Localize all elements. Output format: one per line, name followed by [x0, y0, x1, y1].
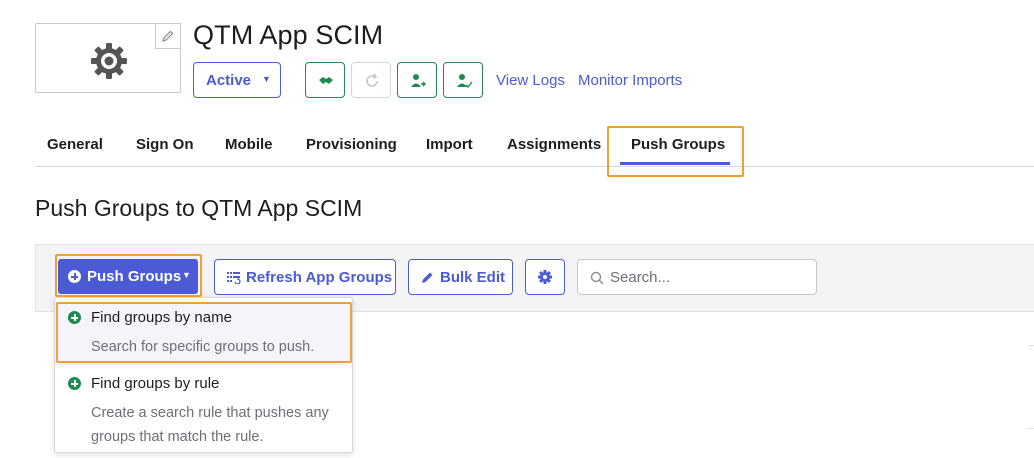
- monitor-imports-link[interactable]: Monitor Imports: [578, 72, 682, 89]
- search-icon: [590, 271, 604, 285]
- push-user-button[interactable]: [397, 62, 437, 98]
- tab-bar: General Sign On Mobile Provisioning Impo…: [35, 127, 1034, 167]
- menu-item-find-by-rule[interactable]: Find groups by rule Create a search rule…: [55, 370, 352, 452]
- table-divider: [1028, 428, 1034, 429]
- user-push-icon: [411, 74, 426, 87]
- search-box: [577, 259, 817, 295]
- refresh-icon: [366, 73, 378, 87]
- push-groups-highlight-box: [55, 254, 202, 297]
- tab-import[interactable]: Import: [426, 136, 473, 153]
- pencil-icon: [162, 30, 174, 42]
- view-logs-link[interactable]: View Logs: [496, 72, 565, 89]
- tab-mobile[interactable]: Mobile: [225, 136, 273, 153]
- plus-circle-icon: [68, 377, 81, 390]
- handshake-button[interactable]: [305, 62, 345, 98]
- list-refresh-icon: [227, 272, 241, 284]
- menu-item-highlight-box: [56, 302, 352, 363]
- tab-assignments[interactable]: Assignments: [507, 136, 601, 153]
- tab-highlight-box: [607, 126, 744, 177]
- table-divider: [1028, 345, 1034, 346]
- bulk-edit-button[interactable]: Bulk Edit: [408, 259, 513, 295]
- section-title: Push Groups to QTM App SCIM: [35, 195, 363, 221]
- user-check-button[interactable]: [443, 62, 483, 98]
- menu-item-description: Create a search rule that pushes any gro…: [91, 405, 329, 445]
- search-input[interactable]: [610, 268, 810, 286]
- app-logo: [35, 23, 181, 93]
- refresh-app-groups-label: Refresh App Groups: [246, 269, 393, 286]
- refresh-button[interactable]: [351, 62, 391, 98]
- edit-logo-button[interactable]: [155, 23, 181, 49]
- user-check-icon: [457, 74, 473, 89]
- menu-item-title: Find groups by rule: [91, 375, 220, 392]
- tab-sign-on[interactable]: Sign On: [136, 136, 194, 153]
- app-title: QTM App SCIM: [193, 20, 384, 50]
- settings-icon: [538, 270, 552, 284]
- tab-general[interactable]: General: [47, 136, 103, 153]
- settings-button[interactable]: [525, 259, 565, 295]
- tab-provisioning[interactable]: Provisioning: [306, 136, 397, 153]
- status-dropdown[interactable]: Active ▼: [193, 62, 281, 98]
- refresh-app-groups-button[interactable]: Refresh App Groups: [214, 259, 396, 295]
- caret-down-icon: ▼: [262, 74, 271, 84]
- gear-icon: [91, 43, 127, 79]
- handshake-icon: [319, 77, 333, 84]
- bulk-edit-label: Bulk Edit: [440, 269, 506, 286]
- status-label: Active: [206, 72, 252, 89]
- pencil-icon: [422, 272, 433, 283]
